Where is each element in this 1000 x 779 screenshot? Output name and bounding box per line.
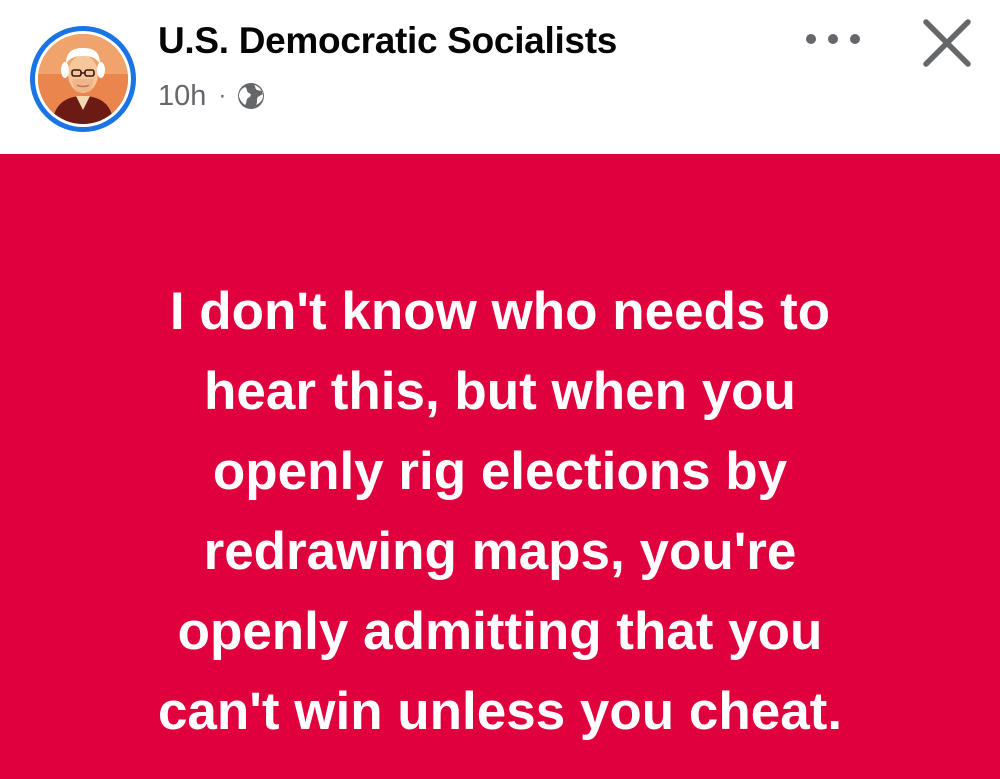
post-text-line: redrawing maps, you're xyxy=(203,522,797,581)
avatar-border xyxy=(35,31,131,127)
avatar-portrait-icon xyxy=(38,34,128,124)
post-text-line: hear this, but when you xyxy=(204,362,796,421)
close-icon xyxy=(923,19,971,67)
post-text-line: openly admitting that you xyxy=(177,602,823,661)
more-options-dot xyxy=(850,34,860,44)
post-meta: 10h · xyxy=(158,78,266,114)
globe-icon[interactable] xyxy=(236,81,266,111)
post-text: I don't know who needs to hear this, but… xyxy=(40,272,960,752)
close-button[interactable] xyxy=(918,14,976,72)
post-header: U.S. Democratic Socialists 10h · xyxy=(0,0,1000,154)
avatar-image xyxy=(38,34,128,124)
meta-separator: · xyxy=(218,82,227,109)
page-name[interactable]: U.S. Democratic Socialists xyxy=(158,20,617,62)
post-text-line: openly rig elections by xyxy=(212,442,788,501)
post-text-line: can't win unless you cheat. xyxy=(157,682,843,741)
post-timestamp[interactable]: 10h xyxy=(158,80,206,113)
post-background-card: I don't know who needs to hear this, but… xyxy=(0,154,1000,779)
avatar[interactable] xyxy=(30,26,136,132)
more-options-icon xyxy=(806,34,816,44)
post-text-line: I don't know who needs to xyxy=(169,282,831,341)
more-options-button[interactable] xyxy=(806,24,860,54)
more-options-dot xyxy=(828,34,838,44)
